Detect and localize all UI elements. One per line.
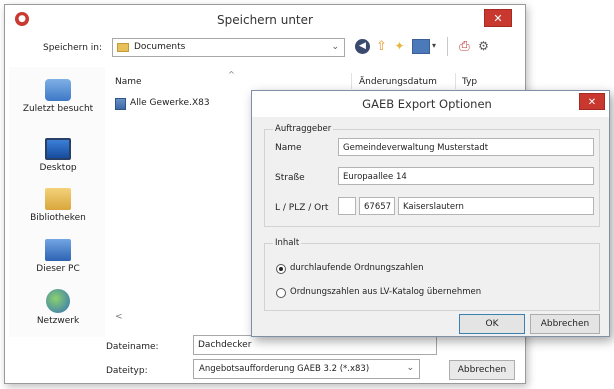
filetype-dropdown[interactable]: Angebotsaufforderung GAEB 3.2 (*.x83) ⌄: [193, 359, 420, 379]
properties-icon[interactable]: ⚙: [476, 39, 491, 54]
country-field[interactable]: [338, 197, 356, 215]
place-recent[interactable]: Zuletzt besucht: [13, 79, 103, 114]
scroll-left-icon[interactable]: <: [115, 312, 123, 322]
column-header-type[interactable]: Typ: [462, 77, 477, 87]
title-bar[interactable]: ● Speichern unter ✕: [5, 5, 525, 35]
app-icon: ●: [15, 12, 29, 26]
radio-continuous-label[interactable]: durchlaufende Ordnungszahlen: [290, 263, 424, 273]
print-icon[interactable]: ⎙: [457, 39, 472, 54]
column-header-name[interactable]: Name: [115, 77, 142, 87]
libraries-icon: [45, 188, 71, 210]
recent-places-icon: [45, 79, 71, 101]
folder-icon: [117, 43, 129, 52]
network-icon: [46, 289, 70, 313]
place-label: Desktop: [39, 163, 77, 173]
content-group-label: Inhalt: [273, 238, 302, 248]
name-field[interactable]: Gemeindeverwaltung Musterstadt: [338, 138, 594, 156]
place-desktop[interactable]: Desktop: [13, 138, 103, 173]
chevron-down-icon[interactable]: ⌄: [406, 363, 414, 373]
filename-input[interactable]: [193, 335, 437, 355]
cancel-button[interactable]: Abbrechen: [530, 314, 600, 334]
name-label: Name: [275, 143, 302, 153]
city-field[interactable]: Kaiserslautern: [398, 197, 594, 215]
place-label: Dieser PC: [36, 264, 80, 274]
column-divider[interactable]: [455, 73, 456, 89]
radio-catalog[interactable]: [276, 288, 286, 298]
desktop-icon: [45, 138, 71, 160]
gaeb-title-bar[interactable]: GAEB Export Optionen ✕: [252, 91, 609, 117]
file-name: Alle Gewerke.X83: [130, 98, 210, 108]
close-icon[interactable]: ✕: [484, 9, 512, 27]
content-group: Inhalt durchlaufende Ordnungszahlen Ordn…: [264, 238, 600, 311]
places-bar: Zuletzt besucht Desktop Bibliotheken Die…: [9, 67, 105, 337]
view-icon[interactable]: [412, 39, 430, 54]
view-menu-arrow-icon[interactable]: ▾: [432, 41, 436, 50]
folder-dropdown-value: Documents: [134, 42, 186, 52]
place-this-pc[interactable]: Dieser PC: [13, 239, 103, 274]
filetype-label: Dateityp:: [106, 366, 148, 376]
back-icon[interactable]: ◀: [355, 39, 370, 54]
this-pc-icon: [45, 239, 71, 261]
close-icon[interactable]: ✕: [579, 93, 605, 110]
radio-continuous[interactable]: [276, 264, 286, 274]
place-network[interactable]: Netzwerk: [13, 289, 103, 326]
cancel-button[interactable]: Abbrechen: [449, 360, 515, 380]
new-folder-icon[interactable]: ✦: [392, 39, 407, 54]
place-label: Zuletzt besucht: [22, 104, 94, 114]
file-icon: [115, 98, 126, 110]
filetype-value: Angebotsaufforderung GAEB 3.2 (*.x83): [199, 364, 370, 374]
zip-field[interactable]: 67657: [359, 197, 395, 215]
street-field[interactable]: Europaallee 14: [338, 167, 594, 185]
city-label: L / PLZ / Ort: [275, 203, 329, 213]
chevron-down-icon[interactable]: ⌄: [331, 42, 339, 52]
column-header-date[interactable]: Änderungsdatum: [359, 77, 437, 87]
gaeb-dialog-title: GAEB Export Optionen: [362, 97, 492, 111]
street-label: Straße: [275, 173, 305, 183]
place-label: Netzwerk: [36, 316, 80, 326]
filename-label: Dateiname:: [106, 342, 159, 352]
ok-button[interactable]: OK: [459, 314, 525, 334]
column-divider[interactable]: [351, 73, 352, 89]
client-group: Auftraggeber Name Gemeindeverwaltung Mus…: [264, 124, 600, 227]
dialog-title: Speichern unter: [217, 13, 313, 27]
gaeb-export-dialog: GAEB Export Optionen ✕ Auftraggeber Name…: [251, 90, 610, 337]
save-in-label: Speichern in:: [43, 43, 102, 53]
place-label: Bibliotheken: [30, 213, 86, 223]
radio-catalog-label[interactable]: Ordnungszahlen aus LV-Katalog übernehmen: [290, 287, 481, 297]
place-libraries[interactable]: Bibliotheken: [13, 188, 103, 223]
up-icon[interactable]: ⇧: [374, 39, 389, 54]
sort-arrow-icon: ^: [228, 70, 235, 79]
client-group-label: Auftraggeber: [273, 124, 334, 134]
folder-dropdown[interactable]: Documents ⌄: [112, 38, 345, 57]
toolbar-divider: [447, 37, 448, 56]
